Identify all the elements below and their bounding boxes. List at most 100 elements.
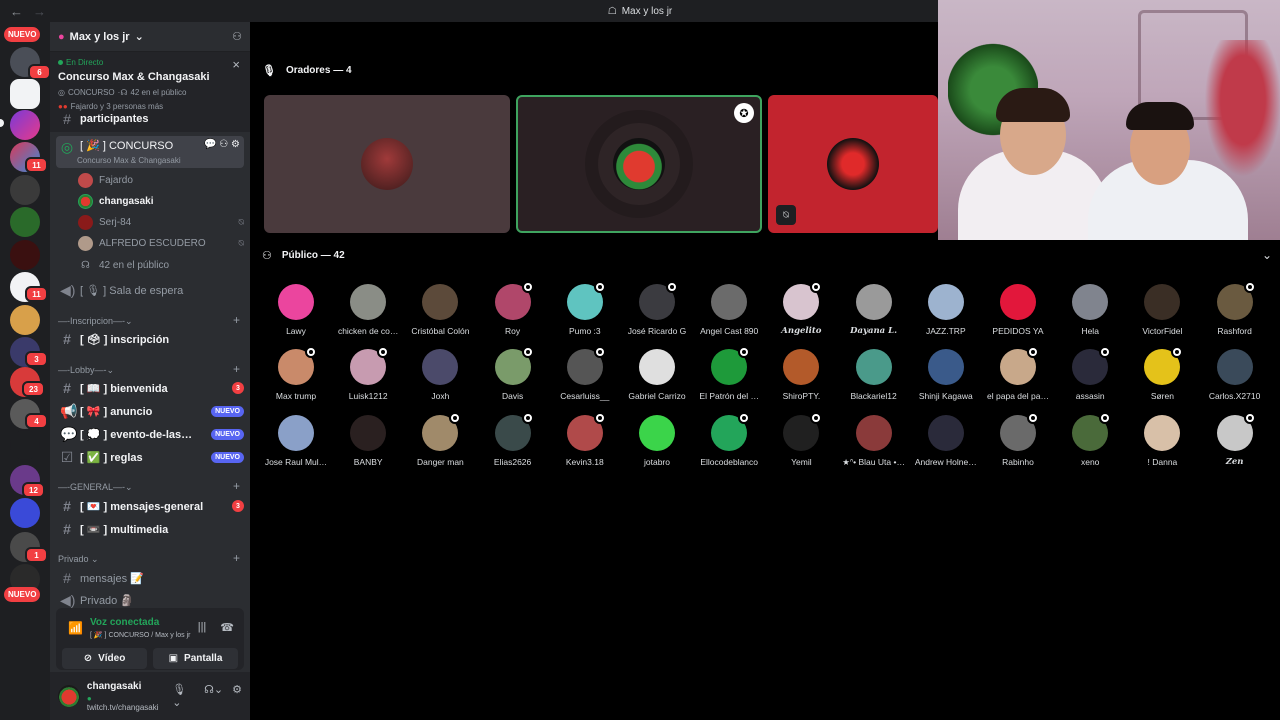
disconnect-icon[interactable]: ☎	[220, 621, 234, 634]
audience-member[interactable]: Angel Cast 890	[693, 284, 765, 336]
server-icon[interactable]	[10, 240, 40, 270]
member-alfredo[interactable]: ALFREDO ESCUDERO ⍉	[78, 233, 244, 253]
audience-member[interactable]: Lawy	[260, 284, 332, 336]
speaker-tile-2[interactable]: ✪	[516, 95, 762, 233]
avatar	[1000, 284, 1036, 320]
noise-suppression-icon[interactable]: |||	[198, 621, 207, 634]
channel-participantes[interactable]: # participantes	[56, 113, 244, 125]
mention-badge: 3	[232, 500, 244, 512]
member-serj[interactable]: Serj-84 ⍉	[78, 212, 244, 232]
audience-member[interactable]: jotabro	[621, 415, 693, 467]
avatar	[927, 349, 964, 385]
audience-member[interactable]: Hela	[1054, 284, 1126, 336]
audience-member[interactable]: Dayana L.	[838, 284, 910, 336]
moderator-icon	[305, 346, 317, 358]
channel-multimedia[interactable]: # [ 📼 ] multimedia	[56, 518, 244, 540]
headphones-icon[interactable]: ☊⌄	[204, 683, 223, 709]
audience-member[interactable]: Rabinho	[982, 412, 1054, 467]
audience-member[interactable]: BANBY	[332, 415, 404, 467]
audience-member[interactable]: ! Danna	[1126, 415, 1198, 467]
gear-icon[interactable]: ⚙	[232, 683, 242, 709]
speaker-tile-1[interactable]	[264, 95, 510, 233]
voice-connection-panel: 📶 Voz conectada [ 🎉 ] CONCURSO / Max y l…	[56, 608, 244, 670]
audience-member[interactable]: Cristóbal Colón	[404, 284, 476, 336]
server-icon[interactable]	[10, 498, 40, 528]
voice-actions: ||| ☎	[198, 621, 234, 634]
audience-member[interactable]: Jose Raul Mul…	[260, 415, 332, 467]
channel-bienvenida[interactable]: # [ 📖 ] bienvenida 3	[56, 377, 244, 399]
server-icon[interactable]	[10, 207, 40, 237]
category-general[interactable]: —-GENERAL—- ⌄ +	[58, 480, 240, 493]
category-lobby[interactable]: —-Lobby—- ⌄ +	[58, 363, 240, 376]
audience-member[interactable]: Kevin3.18	[549, 412, 621, 467]
audience-member[interactable]: ShiroPTY.	[765, 349, 837, 401]
category-inscripcion[interactable]: —-Inscripcion—- ⌄ +	[58, 314, 240, 327]
audience-member[interactable]: Carlos.X2710	[1199, 349, 1271, 401]
audience-member[interactable]: José Ricardo G	[621, 281, 693, 336]
audience-member[interactable]: xeno	[1054, 412, 1126, 467]
audience-member[interactable]: Danger man	[404, 412, 476, 467]
audience-member[interactable]: Elias2626	[477, 412, 549, 467]
server-icon[interactable]	[10, 79, 40, 109]
audience-member[interactable]: ★ᐢ• Blau Uta •…	[838, 415, 910, 468]
mic-muted-icon: ⍉	[238, 237, 244, 248]
add-channel-icon[interactable]: +	[233, 363, 240, 376]
add-channel-icon[interactable]: +	[233, 480, 240, 493]
audience-member[interactable]: Cesarluiss__	[549, 346, 621, 401]
audience-header: ⚇ Público — 42	[262, 249, 345, 262]
member-changasaki[interactable]: changasaki	[78, 191, 244, 211]
audience-member[interactable]: Pumo :3	[549, 281, 621, 336]
audience-member[interactable]: Angelito	[765, 281, 837, 336]
screen-share-button[interactable]: ▣ Pantalla	[153, 648, 238, 669]
audience-member[interactable]: Rashford	[1199, 281, 1271, 336]
audience-count[interactable]: ☊ 42 en el público	[78, 255, 244, 275]
add-channel-icon[interactable]: +	[233, 552, 240, 565]
channel-reglas[interactable]: ☑ [ ✅ ] reglas NUEVO	[56, 446, 244, 468]
speaker-tile-3[interactable]: ⍉	[768, 95, 938, 233]
audience-member[interactable]: Søren	[1126, 346, 1198, 401]
server-icon[interactable]	[10, 175, 40, 205]
audience-member[interactable]: Blackariel12	[838, 349, 910, 401]
guild-header[interactable]: ● Max y los jr ⌄ ⚇	[50, 22, 250, 52]
audience-member[interactable]: Ellocodeblanco	[693, 412, 765, 467]
audience-member[interactable]: Davis	[477, 346, 549, 401]
audience-member[interactable]: chicken de co…	[332, 284, 404, 336]
server-icon[interactable]	[10, 305, 40, 335]
audience-member[interactable]: VictorFidel	[1126, 284, 1198, 336]
audience-member[interactable]: Luisk1212	[332, 346, 404, 401]
audience-member[interactable]: El Patrón del …	[693, 346, 765, 401]
member-fajardo[interactable]: Fajardo	[78, 170, 244, 190]
audience-member[interactable]: JAZZ.TRP	[910, 284, 982, 336]
channel-evento[interactable]: 💬 [ 💭 ] evento-de-las… NUEVO	[56, 423, 244, 445]
category-privado[interactable]: Privado ⌄ +	[58, 552, 240, 565]
channel-mensajes-general[interactable]: # [ 💌 ] mensajes-general 3	[56, 495, 244, 517]
audience-member[interactable]: Gabriel Carrizo	[621, 349, 693, 401]
channel-sala-de-espera[interactable]: ◀) [ 🎙 ] Sala de espera	[56, 279, 244, 301]
audience-member[interactable]: Roy	[477, 281, 549, 336]
close-icon[interactable]: ×	[232, 57, 240, 72]
add-channel-icon[interactable]: +	[233, 314, 240, 327]
audience-member[interactable]: PEDIDOS YA	[982, 284, 1054, 336]
server-icon[interactable]	[10, 430, 40, 460]
audience-member[interactable]: Max trump	[260, 346, 332, 401]
audience-member[interactable]: Shinji Kagawa	[910, 349, 982, 401]
microphone-icon[interactable]: 🎙⌄	[172, 683, 195, 709]
avatar	[1144, 415, 1181, 451]
audience-member[interactable]: Yemil	[765, 412, 837, 467]
audience-icon: ⚇	[262, 250, 272, 262]
user-avatar[interactable]	[58, 685, 80, 707]
user-info[interactable]: changasaki ● twitch.tv/changasaki	[87, 681, 165, 712]
channel-anuncio[interactable]: 📢 [ 🎀 ] anuncio NUEVO	[56, 400, 244, 422]
channel-inscripcion[interactable]: # [ 🗳 ] inscripción	[56, 328, 244, 350]
audience-member[interactable]: assasin	[1054, 346, 1126, 401]
new-badge: NUEVO	[211, 428, 244, 440]
audience-member[interactable]: el papa del pa…	[982, 346, 1054, 401]
video-button[interactable]: ⊘ Vídeo	[62, 648, 147, 669]
channel-mensajes[interactable]: # mensajes 📝	[56, 567, 244, 589]
chevron-down-icon[interactable]: ⌄	[1262, 248, 1272, 262]
audience-member[interactable]: Andrew Holne…	[910, 415, 982, 467]
server-icon[interactable]	[10, 110, 40, 140]
add-member-icon[interactable]: ⚇	[232, 30, 242, 43]
audience-member[interactable]: Joxh	[404, 349, 476, 401]
audience-member[interactable]: Zen	[1199, 412, 1271, 467]
